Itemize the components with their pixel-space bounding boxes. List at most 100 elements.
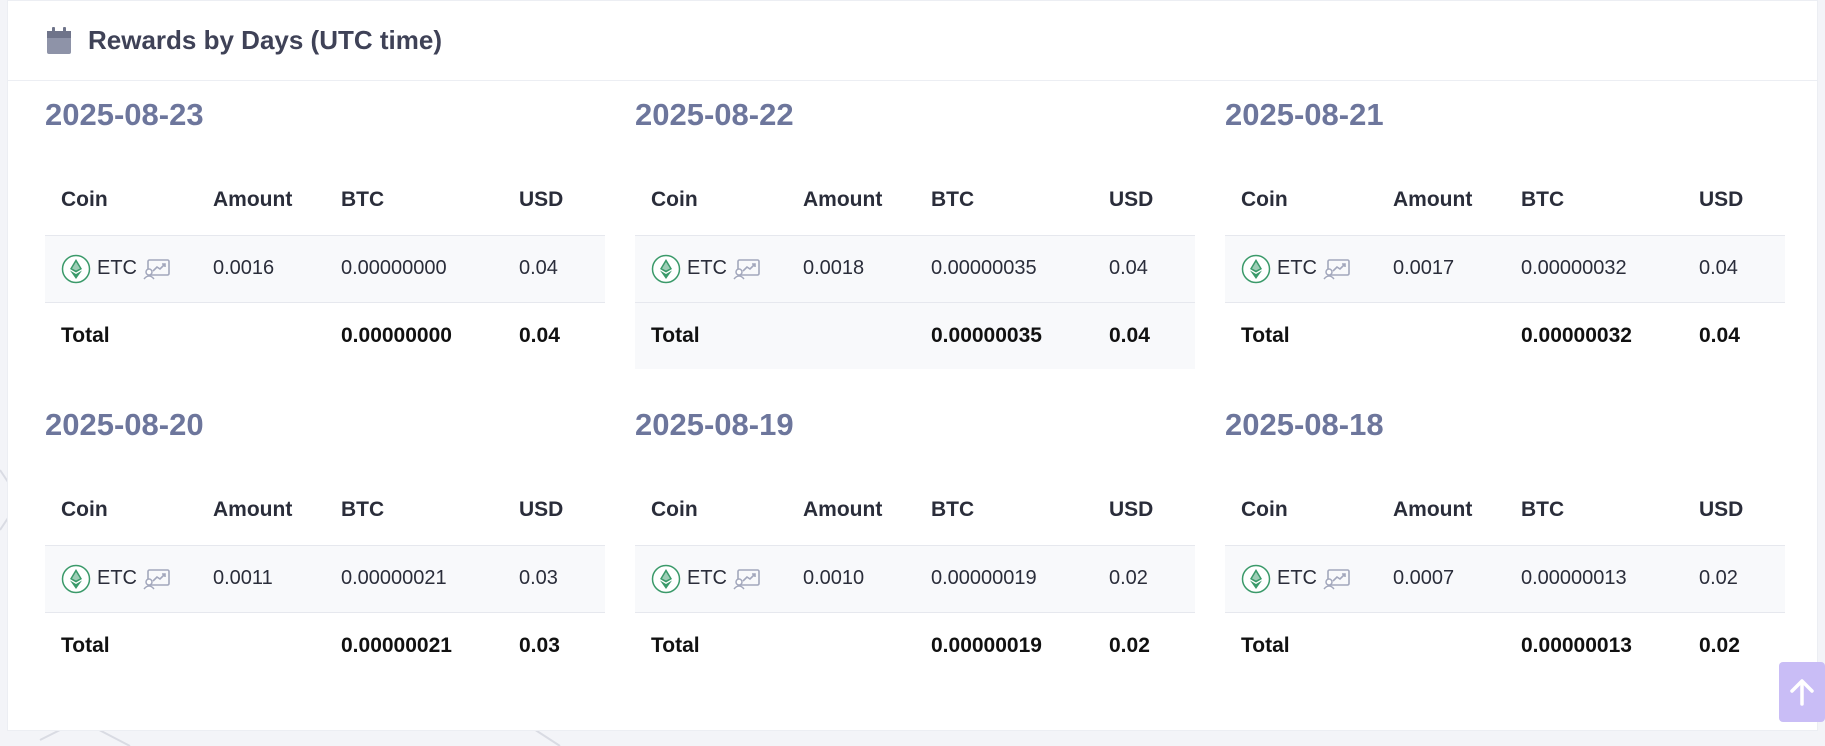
total-btc-cell: 0.00000032 bbox=[1521, 323, 1632, 347]
total-amount-cell bbox=[213, 612, 341, 679]
column-header-btc: BTC bbox=[931, 165, 1109, 236]
table-row: ETC 0.0011 0.00000021 0.03 bbox=[45, 545, 605, 613]
total-usd-cell: 0.02 bbox=[1699, 633, 1740, 657]
column-header-usd: USD bbox=[1699, 165, 1785, 236]
btc-cell: 0.00000021 bbox=[341, 545, 519, 613]
column-header-coin: Coin bbox=[45, 475, 213, 546]
column-header-btc: BTC bbox=[341, 165, 519, 236]
column-header-amount: Amount bbox=[803, 475, 931, 546]
total-row: Total 0.00000000 0.04 bbox=[45, 302, 605, 369]
stats-link-icon[interactable] bbox=[733, 568, 761, 590]
rewards-table: Coin Amount BTC USD ETC bbox=[45, 165, 605, 369]
column-header-usd: USD bbox=[519, 165, 605, 236]
total-row: Total 0.00000021 0.03 bbox=[45, 612, 605, 679]
rewards-table: Coin Amount BTC USD ETC bbox=[1225, 475, 1785, 679]
total-usd-cell: 0.04 bbox=[1699, 323, 1740, 347]
amount-cell: 0.0018 bbox=[803, 235, 931, 303]
table-header-row: Coin Amount BTC USD bbox=[45, 475, 605, 546]
table-row: ETC 0.0007 0.00000013 0.02 bbox=[1225, 545, 1785, 613]
column-header-amount: Amount bbox=[1393, 475, 1521, 546]
total-btc-cell: 0.00000000 bbox=[341, 323, 452, 347]
column-header-usd: USD bbox=[519, 475, 605, 546]
total-label: Total bbox=[61, 633, 110, 657]
btc-cell: 0.00000019 bbox=[931, 545, 1109, 613]
total-amount-cell bbox=[1393, 612, 1521, 679]
arrow-up-icon bbox=[1790, 679, 1814, 706]
table-header-row: Coin Amount BTC USD bbox=[1225, 165, 1785, 236]
etc-coin-icon bbox=[1241, 254, 1271, 283]
total-usd-cell: 0.04 bbox=[519, 323, 560, 347]
column-header-amount: Amount bbox=[213, 165, 341, 236]
calendar-icon bbox=[47, 26, 71, 54]
rewards-table: Coin Amount BTC USD ETC bbox=[635, 475, 1195, 679]
coin-name: ETC bbox=[687, 567, 727, 589]
total-label: Total bbox=[1241, 323, 1290, 347]
total-usd-cell: 0.03 bbox=[519, 633, 560, 657]
coin-name: ETC bbox=[1277, 567, 1317, 589]
usd-cell: 0.03 bbox=[519, 545, 605, 613]
amount-cell: 0.0017 bbox=[1393, 235, 1521, 303]
amount-cell: 0.0011 bbox=[213, 545, 341, 613]
etc-coin-icon bbox=[651, 254, 681, 283]
day-block: 2025-08-23 Coin Amount BTC USD ETC 0.001… bbox=[45, 95, 605, 369]
stats-link-icon[interactable] bbox=[143, 258, 171, 280]
day-date: 2025-08-21 bbox=[1225, 97, 1384, 132]
table-row: ETC 0.0016 0.00000000 0.04 bbox=[45, 235, 605, 303]
column-header-coin: Coin bbox=[1225, 165, 1393, 236]
btc-cell: 0.00000035 bbox=[931, 235, 1109, 303]
etc-coin-icon bbox=[1241, 564, 1271, 593]
column-header-usd: USD bbox=[1699, 475, 1785, 546]
stats-link-icon[interactable] bbox=[143, 568, 171, 590]
rewards-table: Coin Amount BTC USD ETC bbox=[1225, 165, 1785, 369]
total-amount-cell bbox=[1393, 302, 1521, 369]
total-label: Total bbox=[1241, 633, 1290, 657]
total-row: Total 0.00000032 0.04 bbox=[1225, 302, 1785, 369]
total-usd-cell: 0.04 bbox=[1109, 302, 1195, 369]
total-row: Total 0.00000013 0.02 bbox=[1225, 612, 1785, 679]
table-header-row: Coin Amount BTC USD bbox=[635, 165, 1195, 236]
total-amount-cell bbox=[803, 302, 931, 369]
coin-cell: ETC bbox=[635, 545, 803, 613]
total-btc-cell: 0.00000021 bbox=[341, 633, 452, 657]
column-header-btc: BTC bbox=[1521, 165, 1699, 236]
table-row: ETC 0.0017 0.00000032 0.04 bbox=[1225, 235, 1785, 303]
column-header-usd: USD bbox=[1109, 475, 1195, 546]
total-label: Total bbox=[651, 633, 700, 657]
stats-link-icon[interactable] bbox=[1323, 568, 1351, 590]
etc-coin-icon bbox=[61, 254, 91, 283]
total-row: Total 0.00000035 0.04 bbox=[635, 302, 1195, 369]
day-block: 2025-08-19 Coin Amount BTC USD ETC 0.001… bbox=[635, 405, 1195, 679]
day-block: 2025-08-21 Coin Amount BTC USD ETC 0.001… bbox=[1225, 95, 1785, 369]
usd-cell: 0.02 bbox=[1699, 545, 1785, 613]
column-header-coin: Coin bbox=[45, 165, 213, 236]
usd-cell: 0.04 bbox=[519, 235, 605, 303]
day-date: 2025-08-22 bbox=[635, 97, 794, 132]
day-date: 2025-08-20 bbox=[45, 407, 204, 442]
table-row: ETC 0.0010 0.00000019 0.02 bbox=[635, 545, 1195, 613]
usd-cell: 0.02 bbox=[1109, 545, 1195, 613]
total-btc-cell: 0.00000019 bbox=[931, 633, 1042, 657]
column-header-btc: BTC bbox=[341, 475, 519, 546]
coin-cell: ETC bbox=[635, 235, 803, 303]
day-date: 2025-08-18 bbox=[1225, 407, 1384, 442]
table-header-row: Coin Amount BTC USD bbox=[1225, 475, 1785, 546]
column-header-usd: USD bbox=[1109, 165, 1195, 236]
usd-cell: 0.04 bbox=[1109, 235, 1195, 303]
total-label: Total bbox=[635, 302, 803, 369]
scroll-to-top-button[interactable] bbox=[1779, 662, 1825, 722]
amount-cell: 0.0007 bbox=[1393, 545, 1521, 613]
column-header-btc: BTC bbox=[1521, 475, 1699, 546]
total-usd-cell: 0.02 bbox=[1109, 633, 1150, 657]
coin-cell: ETC bbox=[45, 545, 213, 613]
coin-name: ETC bbox=[97, 567, 137, 589]
rewards-table: Coin Amount BTC USD ETC bbox=[45, 475, 605, 679]
column-header-amount: Amount bbox=[213, 475, 341, 546]
coin-cell: ETC bbox=[1225, 545, 1393, 613]
stats-link-icon[interactable] bbox=[733, 258, 761, 280]
column-header-coin: Coin bbox=[635, 165, 803, 236]
stats-link-icon[interactable] bbox=[1323, 258, 1351, 280]
amount-cell: 0.0010 bbox=[803, 545, 931, 613]
column-header-coin: Coin bbox=[1225, 475, 1393, 546]
coin-cell: ETC bbox=[1225, 235, 1393, 303]
total-amount-cell bbox=[803, 612, 931, 679]
